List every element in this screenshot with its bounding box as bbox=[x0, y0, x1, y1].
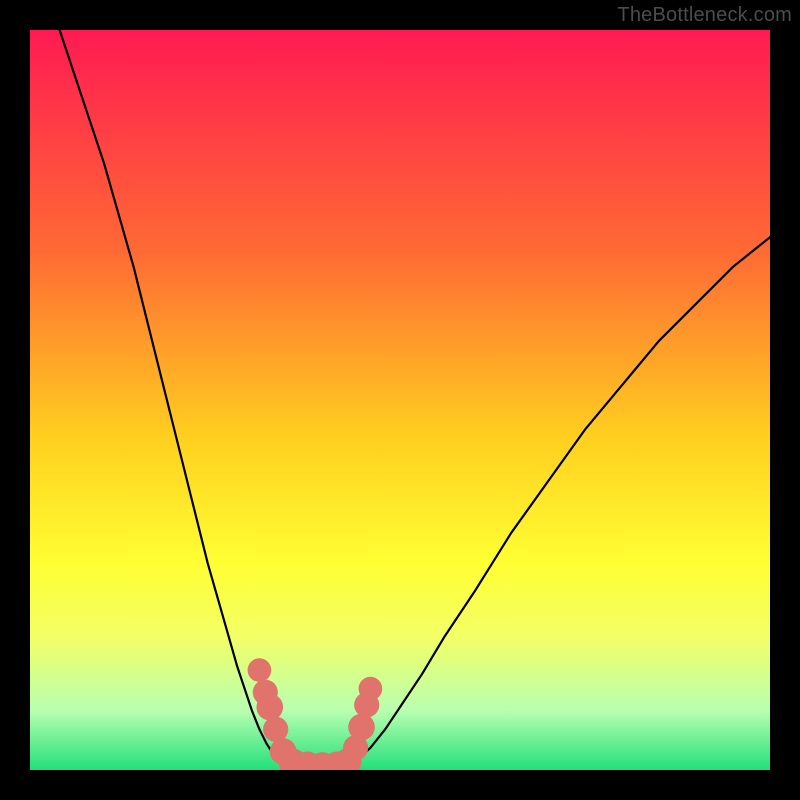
chart-frame: TheBottleneck.com bbox=[0, 0, 800, 800]
chart-plot-area bbox=[30, 30, 770, 770]
data-point bbox=[359, 677, 383, 701]
chart-svg bbox=[30, 30, 770, 770]
data-point bbox=[256, 694, 283, 721]
chart-background-gradient bbox=[30, 30, 770, 770]
watermark-text: TheBottleneck.com bbox=[617, 4, 792, 27]
data-point bbox=[248, 658, 272, 682]
data-point bbox=[263, 717, 288, 742]
data-point bbox=[348, 714, 375, 741]
